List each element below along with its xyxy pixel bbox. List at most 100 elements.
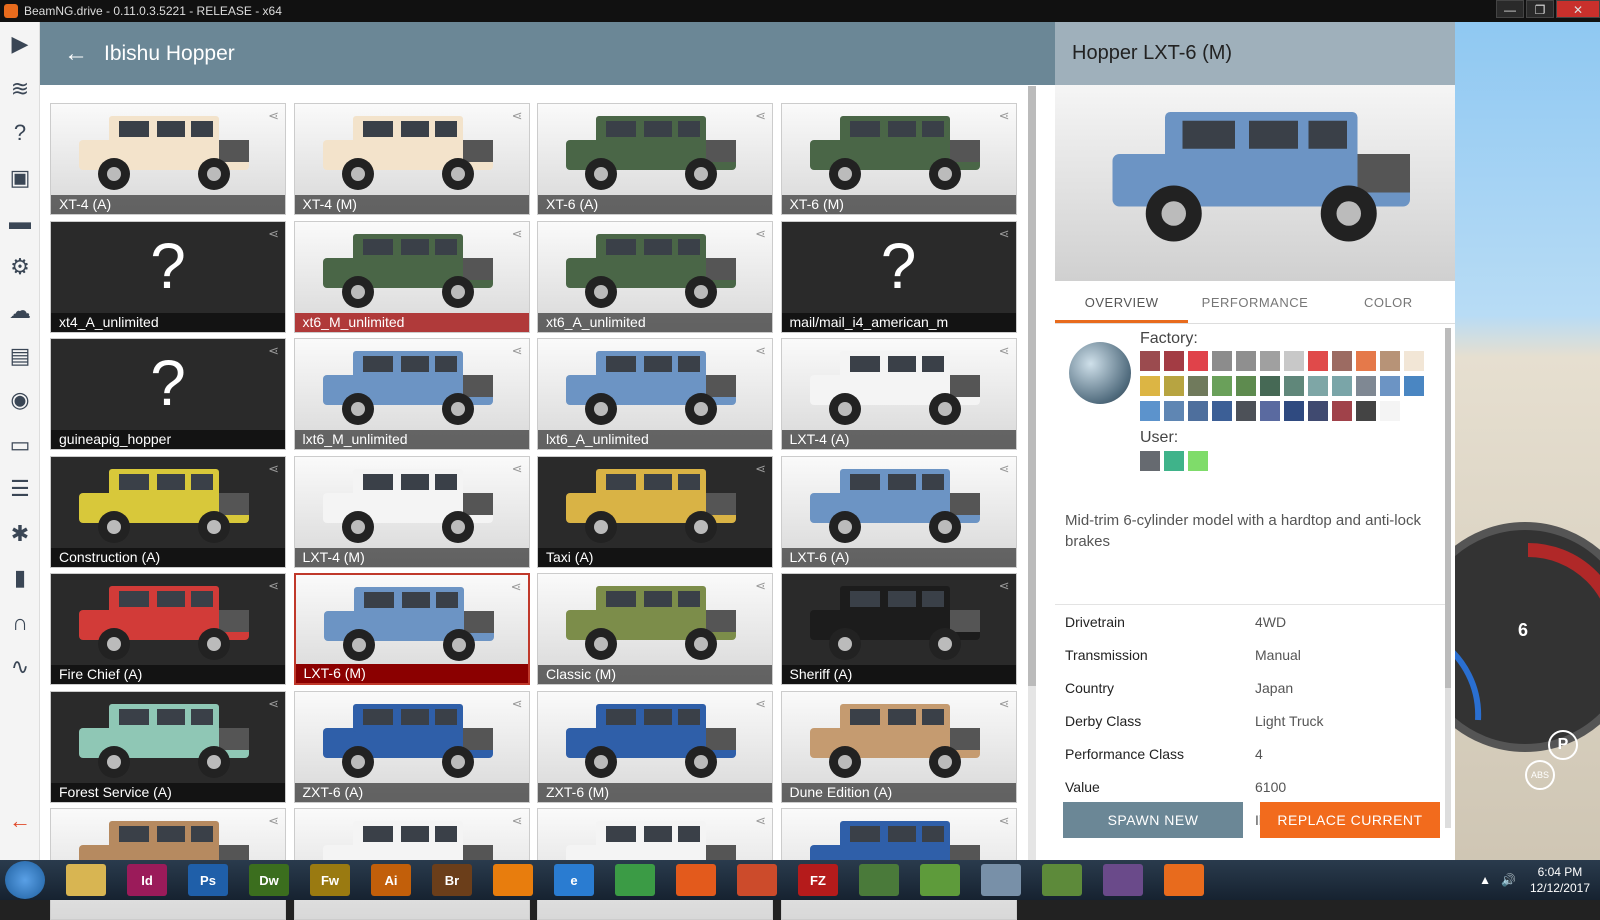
share-icon[interactable]: ⋖ — [511, 579, 522, 595]
color-swatch[interactable] — [1332, 351, 1352, 371]
config-tile[interactable]: ⋖ xt6_M_unlimited — [293, 220, 530, 333]
taskbar-photoshop-icon[interactable]: Ps — [188, 864, 228, 896]
taskbar-minecraft-icon[interactable] — [920, 864, 960, 896]
config-tile[interactable]: ⋖ XT-4 (M) — [293, 103, 530, 215]
user-color-swatch[interactable] — [1164, 451, 1184, 471]
taskbar-game1-icon[interactable] — [859, 864, 899, 896]
color-swatch[interactable] — [1212, 351, 1232, 371]
color-swatch[interactable] — [1356, 376, 1376, 396]
detail-scrollbar[interactable] — [1445, 328, 1451, 828]
taskbar-ie-icon[interactable]: e — [554, 864, 594, 896]
config-tile[interactable]: ⋖ Dune Edition (A) — [780, 690, 1017, 803]
config-tile[interactable]: ⋖ Forest Service (A) — [50, 690, 286, 803]
taskbar-winrar-icon[interactable] — [1103, 864, 1143, 896]
config-tile[interactable]: ⋖ ZXT-6 (M) — [537, 690, 773, 803]
config-tile[interactable]: ⋖ XT-4 (A) — [50, 103, 286, 215]
color-swatch[interactable] — [1140, 351, 1160, 371]
share-icon[interactable]: ⋖ — [268, 578, 279, 594]
vehicle-icon[interactable]: ▬ — [6, 208, 34, 236]
color-swatch[interactable] — [1164, 351, 1184, 371]
config-tile[interactable]: ⋖ LXT-4 (M) — [293, 455, 530, 568]
share-icon[interactable]: ⋖ — [512, 461, 523, 477]
layers-icon[interactable]: ≋ — [6, 75, 34, 103]
config-tile[interactable]: ⋖ Fire Chief (A) — [50, 573, 286, 685]
taskbar-indesign-icon[interactable]: Id — [127, 864, 167, 896]
back-arrow-icon[interactable]: ← — [64, 40, 88, 68]
config-tile[interactable]: ⋖ xt6_A_unlimited — [537, 220, 773, 333]
grid-scroll-thumb[interactable] — [1028, 86, 1036, 686]
spawn-new-button[interactable]: SPAWN NEW — [1063, 802, 1243, 838]
taskbar-dreamweaver-icon[interactable]: Dw — [249, 864, 289, 896]
color-swatch[interactable] — [1188, 401, 1208, 421]
color-swatch[interactable] — [1164, 401, 1184, 421]
color-swatch[interactable] — [1284, 401, 1304, 421]
share-icon[interactable]: ⋖ — [755, 226, 766, 242]
taskbar-blender-icon[interactable] — [493, 864, 533, 896]
share-icon[interactable]: ⋖ — [268, 461, 279, 477]
grid-scrollbar[interactable] — [1028, 86, 1036, 860]
garage-icon[interactable]: ▭ — [6, 431, 34, 459]
config-tile[interactable]: ⋖ XT-6 (M) — [780, 103, 1017, 215]
minimize-button[interactable]: — — [1496, 0, 1524, 18]
color-swatch[interactable] — [1380, 401, 1400, 421]
color-swatch[interactable] — [1308, 401, 1328, 421]
config-tile[interactable]: ⋖ ZXT-6 (A) — [293, 690, 530, 803]
share-icon[interactable]: ⋖ — [755, 108, 766, 124]
user-color-swatch[interactable] — [1140, 451, 1160, 471]
config-tile[interactable]: ⋖ Sheriff (A) — [780, 573, 1017, 685]
taskbar-explorer-icon[interactable] — [66, 864, 106, 896]
share-icon[interactable]: ⋖ — [999, 696, 1010, 712]
color-swatch[interactable] — [1188, 351, 1208, 371]
color-swatch[interactable] — [1404, 376, 1424, 396]
tools-icon[interactable]: ∿ — [6, 653, 34, 681]
color-swatch[interactable] — [1212, 376, 1232, 396]
share-icon[interactable]: ⋖ — [268, 108, 279, 124]
paint-preview-globe[interactable] — [1069, 342, 1131, 404]
volume-icon[interactable]: 🔊 — [1501, 873, 1516, 887]
share-icon[interactable]: ⋖ — [755, 343, 766, 359]
share-icon[interactable]: ⋖ — [512, 108, 523, 124]
help-icon[interactable]: ? — [6, 119, 34, 147]
camera-icon[interactable]: ◉ — [6, 386, 34, 414]
settings-icon[interactable]: ⚙ — [6, 253, 34, 281]
close-button[interactable]: ✕ — [1556, 0, 1600, 18]
share-icon[interactable]: ⋖ — [999, 578, 1010, 594]
taskbar-bridge-icon[interactable]: Br — [432, 864, 472, 896]
config-tile[interactable]: ⋖ LXT-6 (M) — [293, 573, 530, 685]
taskbar-filezilla-icon[interactable]: FZ — [798, 864, 838, 896]
config-tile[interactable]: ? ⋖ mail/mail_i4_american_m — [780, 220, 1017, 333]
color-swatch[interactable] — [1284, 376, 1304, 396]
config-tile[interactable]: ⋖ Taxi (A) — [537, 455, 773, 568]
taskbar-beamng-icon[interactable] — [1164, 864, 1204, 896]
share-icon[interactable]: ⋖ — [999, 343, 1010, 359]
headphones-icon[interactable]: ∩ — [6, 609, 34, 637]
taskbar-chrome-icon[interactable] — [615, 864, 655, 896]
maximize-button[interactable]: ❐ — [1526, 0, 1554, 18]
share-icon[interactable]: ⋖ — [512, 343, 523, 359]
sliders-icon[interactable]: ☰ — [6, 475, 34, 503]
taskbar-illustrator-icon[interactable]: Ai — [371, 864, 411, 896]
color-swatch[interactable] — [1308, 376, 1328, 396]
share-icon[interactable]: ⋖ — [268, 343, 279, 359]
config-tile[interactable]: ⋖ LXT-6 (A) — [780, 455, 1017, 568]
tasks-icon[interactable]: ▣ — [6, 164, 34, 192]
config-tile[interactable]: ⋖ Classic (M) — [537, 573, 773, 685]
back-arrow-icon[interactable]: ← — [6, 807, 34, 835]
color-swatch[interactable] — [1356, 351, 1376, 371]
tray-arrow-icon[interactable]: ▲ — [1479, 873, 1491, 887]
start-button[interactable] — [5, 861, 45, 899]
share-icon[interactable]: ⋖ — [755, 578, 766, 594]
share-icon[interactable]: ⋖ — [755, 813, 766, 829]
config-tile[interactable]: ⋖ lxt6_A_unlimited — [537, 338, 773, 450]
color-swatch[interactable] — [1140, 401, 1160, 421]
color-swatch[interactable] — [1380, 376, 1400, 396]
tab-color[interactable]: COLOR — [1322, 281, 1455, 323]
share-icon[interactable]: ⋖ — [268, 813, 279, 829]
color-swatch[interactable] — [1236, 376, 1256, 396]
share-icon[interactable]: ⋖ — [512, 696, 523, 712]
color-swatch[interactable] — [1236, 401, 1256, 421]
config-tile[interactable]: ⋖ lxt6_M_unlimited — [293, 338, 530, 450]
taskbar-notepad-icon[interactable] — [1042, 864, 1082, 896]
share-icon[interactable]: ⋖ — [999, 108, 1010, 124]
color-swatch[interactable] — [1404, 351, 1424, 371]
